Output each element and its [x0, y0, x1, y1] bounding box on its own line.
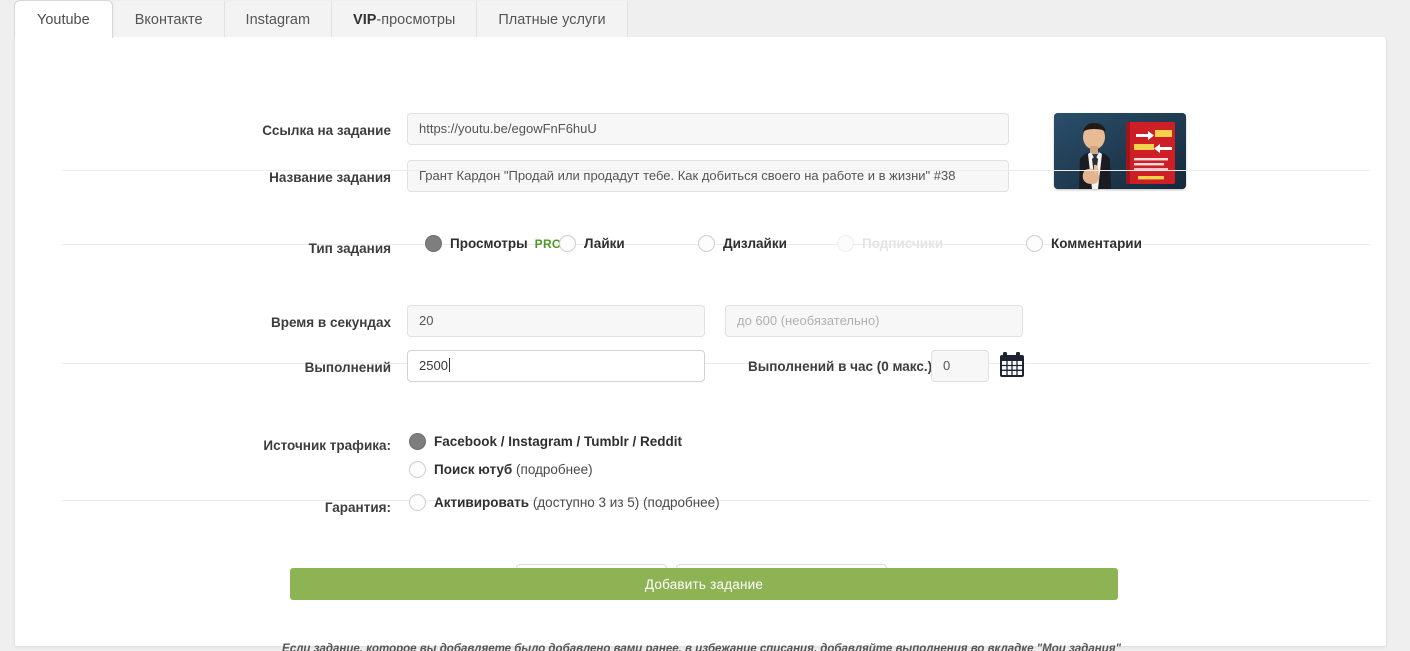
- calendar-icon-glyph: [997, 350, 1027, 380]
- add-task-button[interactable]: Добавить задание: [290, 568, 1118, 600]
- radio-type-comments-label: Комментарии: [1051, 236, 1142, 251]
- guarantee-label: Гарантия:: [215, 500, 391, 515]
- tab-vip-views-label: -просмотры: [376, 12, 455, 28]
- radio-type-dislikes[interactable]: Дизлайки: [698, 235, 787, 252]
- radio-guarantee-dot[interactable]: [409, 494, 426, 511]
- seconds-input[interactable]: 20: [407, 305, 705, 337]
- radio-type-subscribers-label: Подписчики: [862, 236, 943, 251]
- radio-traffic-search-label: Поиск ютуб (подробнее): [434, 462, 593, 477]
- executions-input[interactable]: 2500: [407, 350, 705, 382]
- executions-label: Выполнений: [215, 360, 391, 375]
- tab-youtube[interactable]: Youtube: [14, 0, 113, 38]
- tab-instagram[interactable]: Instagram: [225, 1, 332, 38]
- page-root: Youtube Вконтакте Instagram VIP-просмотр…: [0, 0, 1410, 651]
- title-label: Название задания: [215, 170, 391, 185]
- link-label: Ссылка на задание: [215, 123, 391, 138]
- radio-type-likes-label: Лайки: [584, 236, 625, 251]
- video-thumbnail: [1054, 113, 1186, 189]
- title-input[interactable]: Грант Кардон "Продай или продадут тебе. …: [407, 160, 1009, 192]
- tab-vkontakte-label: Вконтакте: [135, 12, 203, 28]
- radio-traffic-search-dot[interactable]: [409, 461, 426, 478]
- radio-guarantee-bold: Активировать: [434, 495, 533, 510]
- radio-type-subscribers-dot: [837, 235, 854, 252]
- tab-paid-services[interactable]: Платные услуги: [477, 1, 627, 38]
- tab-youtube-label: Youtube: [37, 12, 90, 28]
- traffic-source-label: Источник трафика:: [215, 438, 391, 453]
- pro-badge: PRO: [535, 237, 562, 251]
- radio-type-likes-dot[interactable]: [559, 235, 576, 252]
- radio-type-dislikes-dot[interactable]: [698, 235, 715, 252]
- thumbnail-artwork: [1054, 113, 1186, 189]
- radio-type-comments-dot[interactable]: [1026, 235, 1043, 252]
- seconds-label: Время в секундах: [215, 315, 391, 330]
- radio-traffic-social-label: Facebook / Instagram / Tumblr / Reddit: [434, 434, 682, 449]
- footer-note: Если задание, которое вы добавляете было…: [15, 643, 1388, 651]
- radio-type-likes[interactable]: Лайки: [559, 235, 625, 252]
- tab-vip-views[interactable]: VIP-просмотры: [332, 1, 477, 38]
- radio-traffic-search-more[interactable]: (подробнее): [516, 462, 593, 477]
- link-input[interactable]: https://youtu.be/egowFnF6huU: [407, 113, 1009, 145]
- radio-guarantee-label: Активировать (доступно 3 из 5) (подробне…: [434, 495, 720, 510]
- divider-1: [62, 170, 1370, 171]
- text-caret: [449, 358, 450, 372]
- tab-paid-services-label: Платные услуги: [498, 12, 605, 28]
- per-hour-label: Выполнений в час (0 макс.): [748, 359, 932, 374]
- radio-traffic-social[interactable]: Facebook / Instagram / Tumblr / Reddit: [409, 433, 682, 450]
- executions-input-value: 2500: [419, 358, 448, 373]
- tab-vip-views-prefix: VIP: [353, 12, 376, 28]
- radio-guarantee[interactable]: Активировать (доступно 3 из 5) (подробне…: [409, 494, 720, 511]
- main-panel: Ссылка на задание https://youtu.be/egowF…: [14, 37, 1387, 647]
- seconds-max-input[interactable]: до 600 (необязательно): [725, 305, 1023, 337]
- radio-type-subscribers: Подписчики: [837, 235, 943, 252]
- task-type-label: Тип задания: [215, 241, 391, 256]
- radio-guarantee-more[interactable]: (доступно 3 из 5) (подробнее): [533, 495, 720, 510]
- calendar-icon[interactable]: [997, 350, 1027, 380]
- tab-vkontakte[interactable]: Вконтакте: [114, 1, 225, 38]
- radio-type-views-dot[interactable]: [425, 235, 442, 252]
- radio-traffic-social-dot[interactable]: [409, 433, 426, 450]
- tab-bar: Youtube Вконтакте Instagram VIP-просмотр…: [0, 0, 1410, 38]
- per-hour-input[interactable]: 0: [931, 350, 989, 382]
- radio-type-comments[interactable]: Комментарии: [1026, 235, 1142, 252]
- radio-type-views-label: Просмотры: [450, 236, 528, 251]
- radio-traffic-search[interactable]: Поиск ютуб (подробнее): [409, 461, 593, 478]
- radio-type-views[interactable]: Просмотры PRO: [425, 235, 562, 252]
- tab-instagram-label: Instagram: [246, 12, 310, 28]
- radio-type-dislikes-label: Дизлайки: [723, 236, 787, 251]
- radio-traffic-search-bold: Поиск ютуб: [434, 462, 516, 477]
